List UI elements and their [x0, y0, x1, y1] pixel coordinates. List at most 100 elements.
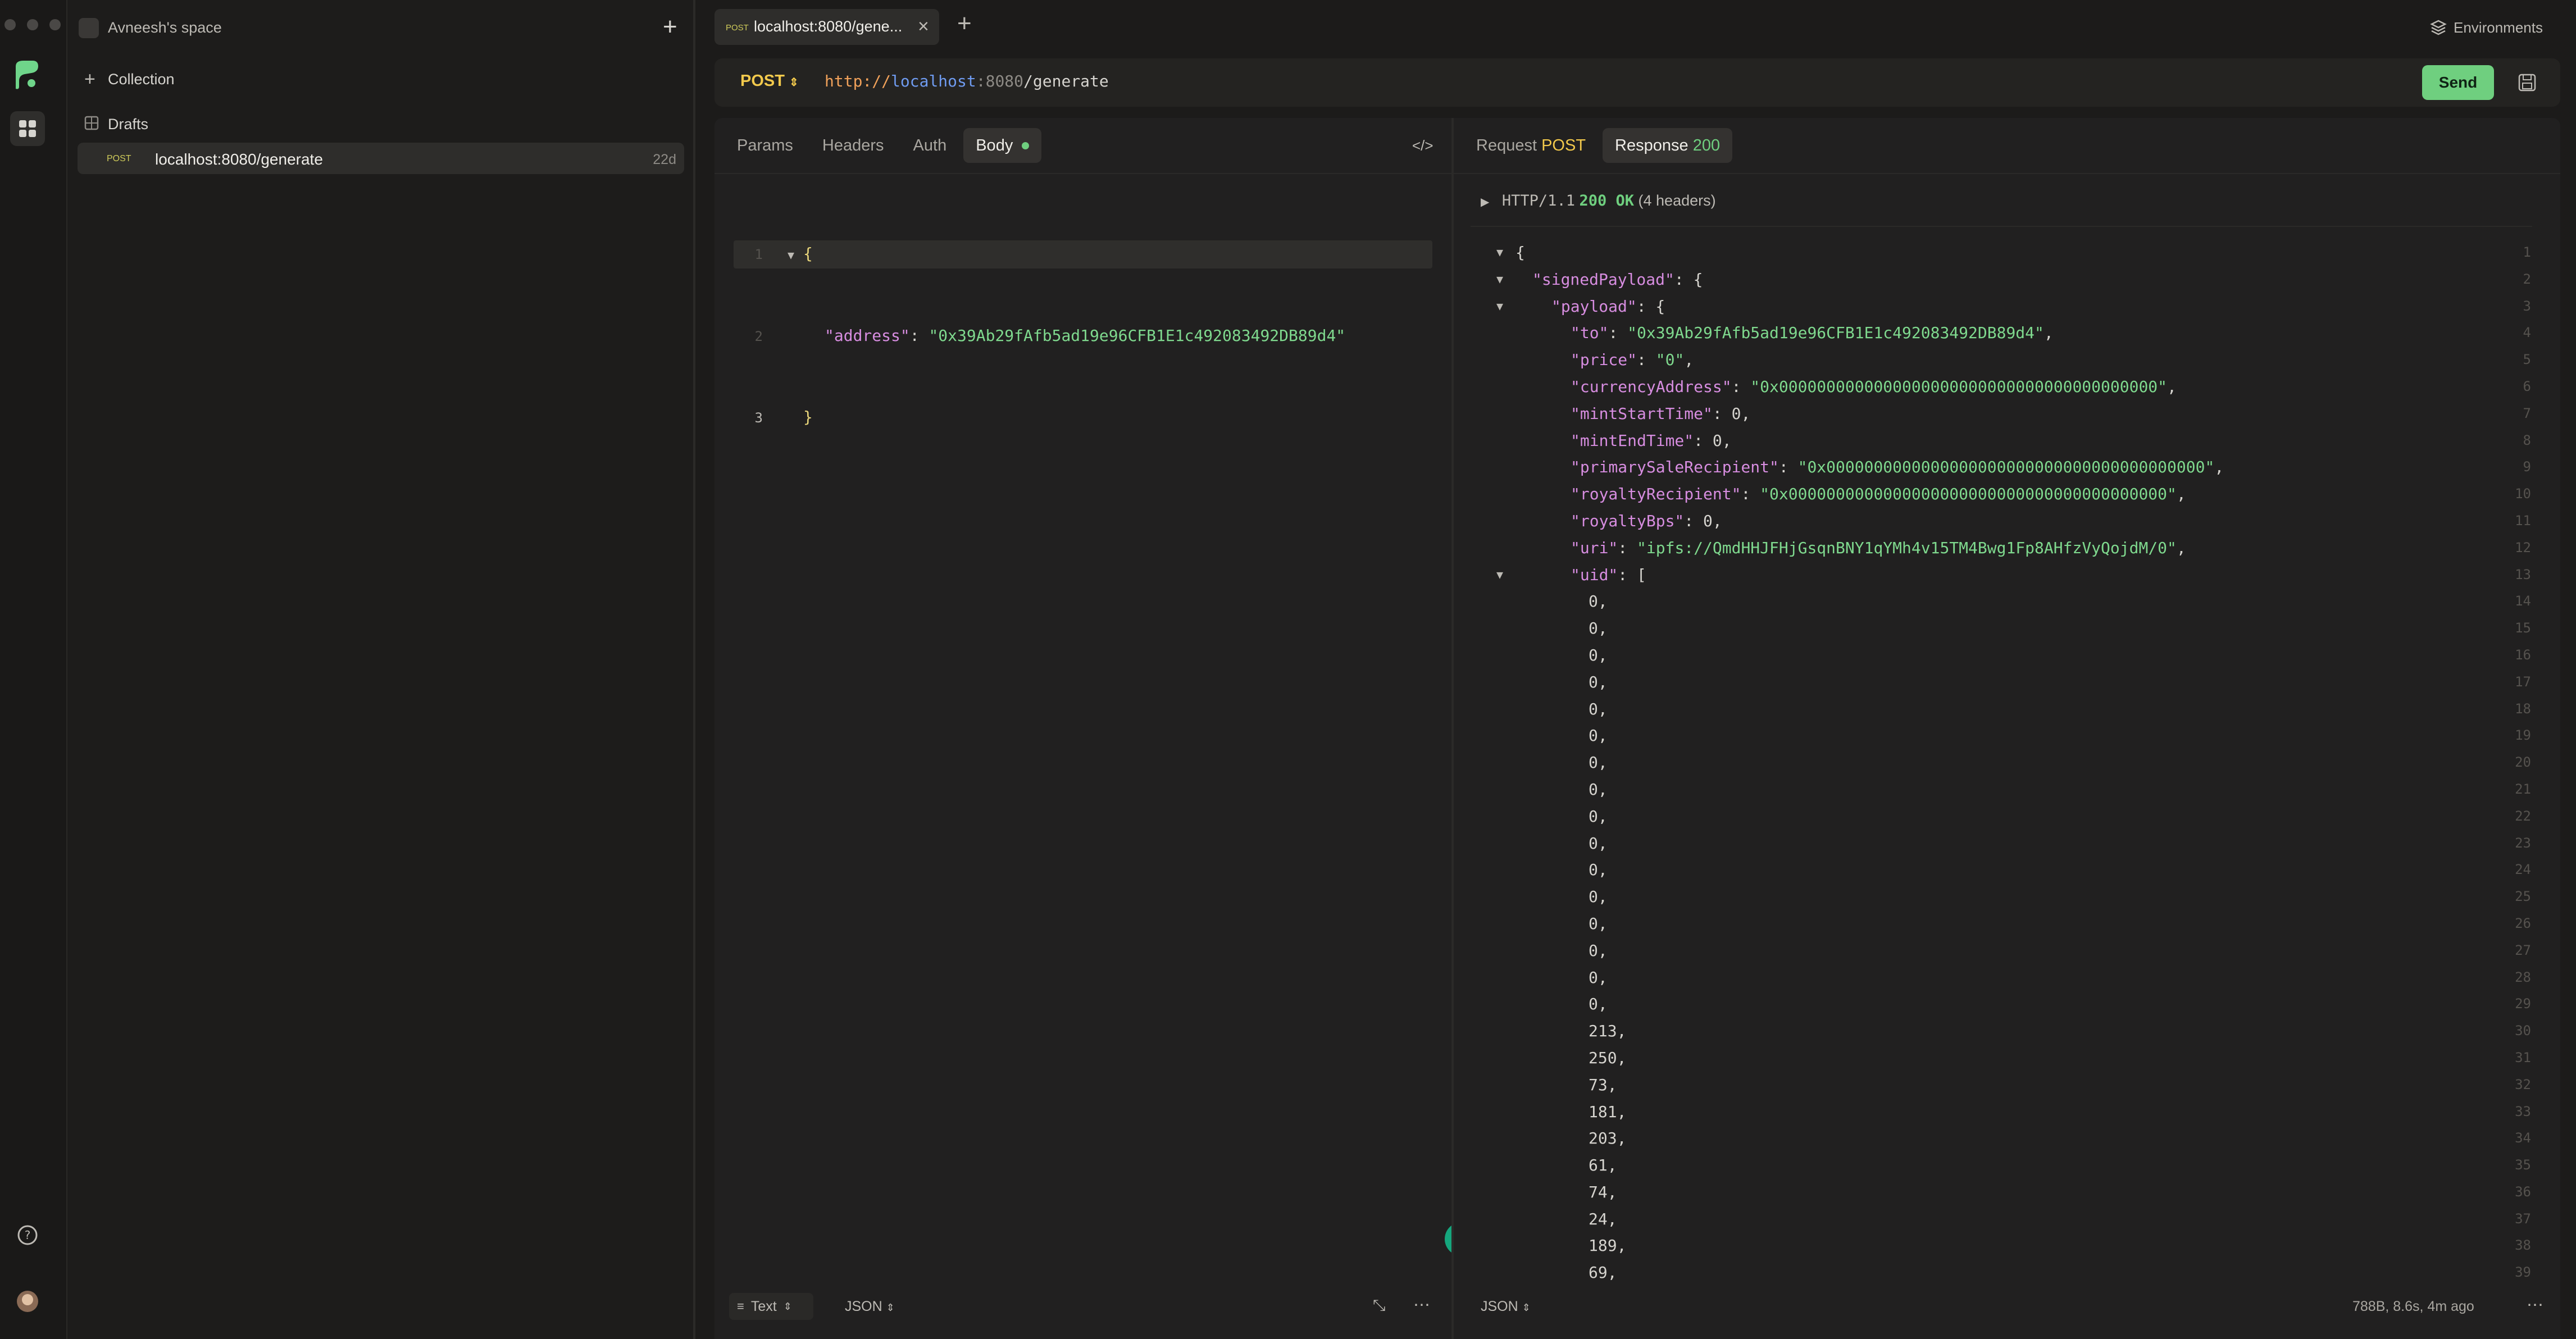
- window-minimize-button[interactable]: [27, 19, 38, 30]
- request-panel: Params Headers Auth Body </> 1 ▼{ 2 "addre…: [714, 118, 1478, 1339]
- tab-headers[interactable]: Headers: [810, 128, 896, 163]
- response-line: 0, 15: [1454, 615, 2554, 642]
- response-line: "royaltyRecipient": "0x00000000000000000…: [1454, 481, 2554, 508]
- response-stats: 788B, 8.6s, 4m ago: [2352, 1299, 2474, 1314]
- window-close-button[interactable]: [4, 19, 16, 30]
- line-content: 203,: [1589, 1125, 1626, 1152]
- add-icon[interactable]: +: [663, 15, 677, 39]
- line-content: 250,: [1589, 1045, 1626, 1072]
- close-icon[interactable]: ×: [918, 16, 929, 38]
- json-number: 0: [1589, 726, 1598, 745]
- sidebar-item-age: 22d: [653, 152, 676, 167]
- url-input[interactable]: http://localhost:8080/generate: [825, 72, 1109, 90]
- method-select[interactable]: POST ⇕: [740, 72, 799, 90]
- response-format-select[interactable]: JSON ⇕: [1481, 1299, 1531, 1315]
- line-content: 0,: [1589, 857, 1608, 883]
- more-icon[interactable]: ⋯: [1413, 1295, 1430, 1315]
- line-number: 29: [2515, 996, 2531, 1012]
- fold-toggle-icon[interactable]: ▼: [1496, 239, 1503, 266]
- line-number: 10: [2515, 486, 2531, 502]
- new-collection-button[interactable]: Collection: [108, 71, 175, 88]
- json-number: 0: [1589, 941, 1598, 960]
- workspace-nav-button[interactable]: [10, 111, 45, 146]
- json-number: 0: [1589, 995, 1598, 1014]
- fold-toggle-icon[interactable]: ▼: [1496, 266, 1503, 293]
- line-content: "mintEndTime": 0,: [1571, 427, 1732, 454]
- line-number: 2: [2523, 271, 2531, 287]
- brace: {: [1515, 243, 1525, 262]
- http-summary[interactable]: ▶ HTTP/1.1 200 OK (4 headers): [1481, 192, 1716, 209]
- line-number: 39: [2515, 1264, 2531, 1281]
- json-comma: ,: [1598, 941, 1608, 960]
- new-tab-icon[interactable]: +: [957, 11, 972, 36]
- response-viewer[interactable]: ▼{1 ▼ "signedPayload": {2 ▼ "payload": {3 "to…: [1454, 239, 2554, 1286]
- app-rail: ?: [0, 0, 67, 1339]
- line-number: 38: [2515, 1237, 2531, 1254]
- json-comma: ,: [1617, 1129, 1627, 1148]
- json-comma: ,: [2176, 485, 2186, 504]
- json-comma: ,: [1598, 995, 1608, 1014]
- response-line: "mintEndTime": 0, 8: [1454, 427, 2554, 454]
- url-bar: POST ⇕ http://localhost:8080/generate Se…: [714, 58, 2560, 107]
- more-icon[interactable]: ⋯: [2527, 1295, 2543, 1315]
- line-number: 35: [2515, 1157, 2531, 1173]
- text-mode-select[interactable]: ≡ Text ⇕: [729, 1293, 813, 1320]
- line-content: 0,: [1589, 776, 1608, 803]
- line-content: 73,: [1589, 1072, 1617, 1099]
- tab-response[interactable]: Response 200: [1603, 128, 1733, 163]
- environments-icon: [2430, 19, 2447, 39]
- body-editor[interactable]: 1 ▼{ 2 "address": "0x39Ab29fAfb5ad19e96CFB…: [714, 186, 1346, 486]
- response-line: ▼ "signedPayload": {2: [1454, 266, 2554, 293]
- response-line: 0, 22: [1454, 803, 2554, 830]
- header-count: (4 headers): [1638, 192, 1716, 209]
- workspace-name[interactable]: Avneesh's space: [108, 19, 222, 37]
- line-content: 61,: [1589, 1152, 1617, 1179]
- json-punctuation: : [: [1618, 565, 1646, 584]
- line-number: 33: [2515, 1103, 2531, 1119]
- json-number: 0: [1589, 672, 1598, 691]
- json-number: 0: [1589, 834, 1598, 853]
- fold-toggle-icon[interactable]: ▼: [1496, 293, 1503, 320]
- avatar[interactable]: [17, 1291, 38, 1312]
- expand-icon: ▶: [1481, 196, 1490, 208]
- json-key: "payload": [1551, 297, 1637, 316]
- json-string: "0x39Ab29fAfb5ad19e96CFB1E1c492083492DB8…: [1627, 324, 2044, 343]
- json-comma: ,: [1598, 645, 1608, 664]
- sidebar-item-request[interactable]: POST localhost:8080/generate 22d: [78, 143, 684, 174]
- line-content: "currencyAddress": "0x000000000000000000…: [1571, 374, 2177, 400]
- response-tabs: Request POST Response 200: [1464, 128, 1733, 163]
- url-path: /generate: [1023, 72, 1109, 90]
- send-button[interactable]: Send: [2422, 65, 2494, 100]
- response-line: 0, 20: [1454, 749, 2554, 776]
- tab-auth[interactable]: Auth: [901, 128, 959, 163]
- window-zoom-button[interactable]: [49, 19, 61, 30]
- drafts-label[interactable]: Drafts: [108, 116, 148, 133]
- environments-button[interactable]: Environments: [2454, 19, 2543, 37]
- json-comma: ,: [1598, 860, 1608, 880]
- tab-body[interactable]: Body: [963, 128, 1042, 163]
- tab-request[interactable]: POST localhost:8080/gene... ×: [714, 9, 939, 45]
- fold-toggle-icon[interactable]: ▼: [788, 242, 803, 269]
- help-button[interactable]: ?: [10, 1218, 45, 1253]
- tab-params[interactable]: Params: [725, 128, 805, 163]
- save-icon[interactable]: [2518, 73, 2537, 95]
- line-content: 24,: [1589, 1206, 1617, 1233]
- tab-request-details[interactable]: Request POST: [1464, 128, 1598, 163]
- fold-toggle-icon[interactable]: ▼: [1496, 562, 1503, 589]
- plus-icon: +: [84, 69, 95, 90]
- beautify-icon[interactable]: ⤡: [1373, 1296, 1385, 1315]
- tab-response-label: Response: [1615, 136, 1688, 154]
- format-select[interactable]: JSON ⇕: [845, 1299, 895, 1315]
- json-key: "to": [1571, 324, 1609, 343]
- json-key: "signedPayload": [1532, 270, 1674, 289]
- http-version: HTTP/1.1: [1501, 192, 1575, 209]
- tab-method-badge: POST: [726, 23, 749, 33]
- json-comma: ,: [1598, 753, 1608, 772]
- response-line: 213, 30: [1454, 1018, 2554, 1045]
- workspace-icon: [79, 18, 99, 38]
- line-content: "to": "0x39Ab29fAfb5ad19e96CFB1E1c492083…: [1571, 320, 2054, 347]
- json-number: 189: [1589, 1236, 1617, 1255]
- line-content: 0,: [1589, 830, 1608, 857]
- code-icon[interactable]: </>: [1412, 137, 1433, 154]
- json-key: "mintEndTime": [1571, 431, 1694, 450]
